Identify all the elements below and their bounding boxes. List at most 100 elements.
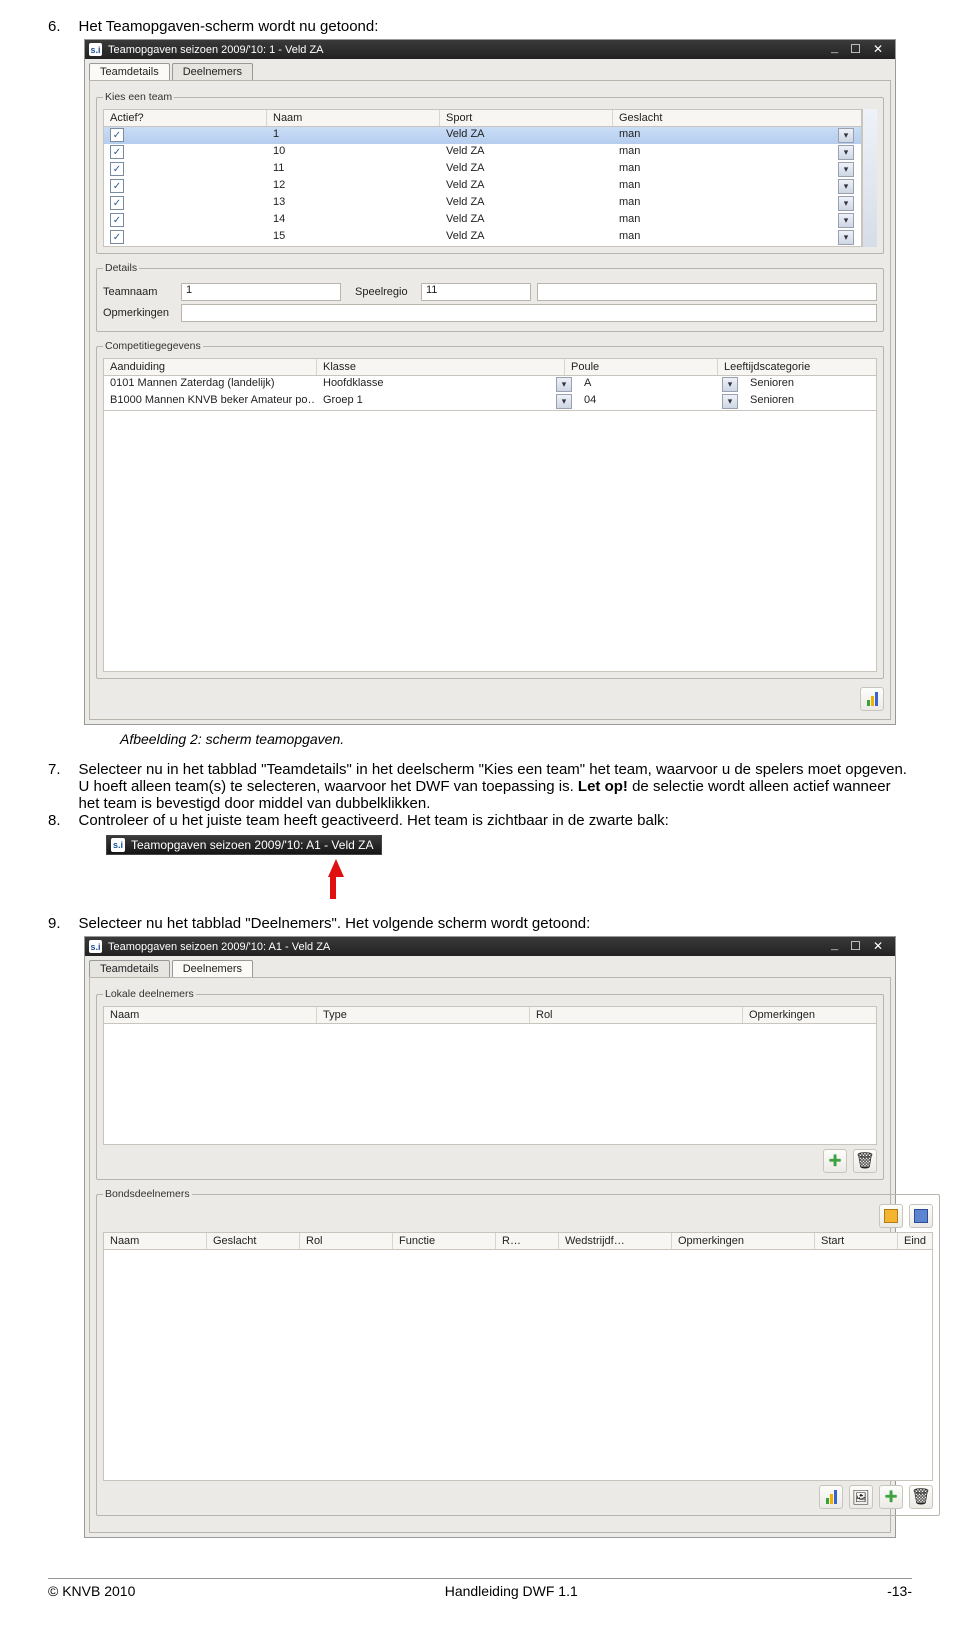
col-start[interactable]: Start	[815, 1233, 898, 1249]
col-naam[interactable]: Naam	[267, 110, 440, 126]
checkbox[interactable]: ✓	[110, 162, 124, 176]
team-row[interactable]: ✓13Veld ZAman▾	[104, 195, 861, 212]
chart-icon	[867, 692, 878, 706]
group-bondsdeelnemers: Bondsdeelnemers Naam Geslacht Rol Functi…	[96, 1188, 940, 1516]
col-rol[interactable]: Rol	[300, 1233, 393, 1249]
chart-icon	[826, 1490, 837, 1504]
disk-icon	[914, 1209, 928, 1223]
comp-grid-body[interactable]: 0101 Mannen Zaterdag (landelijk)Hoofdkla…	[103, 376, 877, 411]
col-rol[interactable]: Rol	[530, 1007, 743, 1023]
comp-grid-empty	[103, 411, 877, 672]
col-naam[interactable]: Naam	[104, 1233, 207, 1249]
step-number: 8.	[48, 812, 61, 829]
group-details: Details Teamnaam 1 Speelregio 11 Opmerki…	[96, 262, 884, 332]
checkbox[interactable]: ✓	[110, 145, 124, 159]
minimize-button[interactable]: _	[831, 42, 840, 57]
add-button[interactable]: +	[823, 1149, 847, 1173]
col-functie[interactable]: Functie	[393, 1233, 496, 1249]
chart-button[interactable]	[819, 1485, 843, 1509]
window-titlebar[interactable]: s.i Teamopgaven seizoen 2009/'10: A1 - V…	[85, 937, 895, 956]
dropdown-icon[interactable]: ▾	[722, 394, 738, 409]
input-teamnaam[interactable]: 1	[181, 283, 341, 301]
checkbox[interactable]: ✓	[110, 213, 124, 227]
col-naam[interactable]: Naam	[104, 1007, 317, 1023]
group-lokale-deelnemers: Lokale deelnemers Naam Type Rol Opmerkin…	[96, 988, 884, 1180]
tab-deelnemers[interactable]: Deelnemers	[172, 960, 253, 977]
col-geslacht[interactable]: Geslacht	[207, 1233, 300, 1249]
col-r[interactable]: R…	[496, 1233, 559, 1249]
tab-teamdetails[interactable]: Teamdetails	[89, 63, 170, 80]
col-klasse[interactable]: Klasse	[317, 359, 565, 375]
dropdown-icon[interactable]: ▾	[838, 230, 854, 245]
bonds-grid-header[interactable]: Naam Geslacht Rol Functie R… Wedstrijdf……	[103, 1232, 933, 1250]
col-geslacht[interactable]: Geslacht	[613, 110, 861, 126]
add-button[interactable]: +	[879, 1485, 903, 1509]
step-text: Het Teamopgaven-scherm wordt nu getoond:	[79, 18, 379, 35]
lokale-grid-body[interactable]	[103, 1024, 877, 1145]
delete-button[interactable]: 🗑	[909, 1485, 933, 1509]
comp-row[interactable]: 0101 Mannen Zaterdag (landelijk)Hoofdkla…	[104, 376, 876, 393]
checkbox[interactable]: ✓	[110, 196, 124, 210]
checkbox[interactable]: ✓	[110, 230, 124, 244]
step-text: Controleer of u het juiste team heeft ge…	[79, 812, 669, 829]
checkbox[interactable]: ✓	[110, 179, 124, 193]
input-extra[interactable]	[537, 283, 877, 301]
input-speelregio[interactable]: 11	[421, 283, 531, 301]
plus-icon: +	[885, 1484, 898, 1510]
dropdown-icon[interactable]: ▾	[838, 179, 854, 194]
minimize-button[interactable]: _	[831, 939, 840, 954]
dropdown-icon[interactable]: ▾	[838, 213, 854, 228]
team-row[interactable]: ✓14Veld ZAman▾	[104, 212, 861, 229]
dropdown-icon[interactable]: ▾	[838, 145, 854, 160]
checkbox[interactable]: ✓	[110, 128, 124, 142]
picture-button[interactable]: 🖼	[849, 1485, 873, 1509]
dropdown-icon[interactable]: ▾	[722, 377, 738, 392]
dropdown-icon[interactable]: ▾	[838, 128, 854, 143]
team-row[interactable]: ✓1Veld ZAman▾	[104, 127, 861, 144]
group-legend: Bondsdeelnemers	[103, 1188, 192, 1200]
dropdown-icon[interactable]: ▾	[838, 162, 854, 177]
col-actief[interactable]: Actief?	[104, 110, 267, 126]
save-button[interactable]	[879, 1204, 903, 1228]
app-icon: s.i	[89, 940, 102, 953]
team-grid-header[interactable]: Actief? Naam Sport Geslacht	[103, 109, 862, 127]
chart-button[interactable]	[860, 687, 884, 711]
col-wedstrijd[interactable]: Wedstrijdf…	[559, 1233, 672, 1249]
lokale-grid-header[interactable]: Naam Type Rol Opmerkingen	[103, 1006, 877, 1024]
col-opmerkingen[interactable]: Opmerkingen	[672, 1233, 815, 1249]
window-titlebar[interactable]: s.i Teamopgaven seizoen 2009/'10: 1 - Ve…	[85, 40, 895, 59]
maximize-button[interactable]: ☐	[850, 42, 863, 57]
delete-button[interactable]: 🗑	[853, 1149, 877, 1173]
tab-teamdetails[interactable]: Teamdetails	[89, 960, 170, 977]
dropdown-icon[interactable]: ▾	[838, 196, 854, 211]
col-aanduiding[interactable]: Aanduiding	[104, 359, 317, 375]
col-sport[interactable]: Sport	[440, 110, 613, 126]
col-type[interactable]: Type	[317, 1007, 530, 1023]
col-poule[interactable]: Poule	[565, 359, 718, 375]
team-row[interactable]: ✓15Veld ZAman▾	[104, 229, 861, 246]
maximize-button[interactable]: ☐	[850, 939, 863, 954]
tab-deelnemers[interactable]: Deelnemers	[172, 63, 253, 80]
window-title: Teamopgaven seizoen 2009/'10: 1 - Veld Z…	[108, 44, 831, 56]
col-eind[interactable]: Eind	[898, 1233, 932, 1249]
comp-grid-header[interactable]: Aanduiding Klasse Poule Leeftijdscategor…	[103, 358, 877, 376]
group-legend: Details	[103, 262, 139, 274]
input-opmerkingen[interactable]	[181, 304, 877, 322]
plus-icon: +	[829, 1148, 842, 1174]
team-grid-body[interactable]: ✓1Veld ZAman▾✓10Veld ZAman▾✓11Veld ZAman…	[103, 127, 862, 247]
export-button[interactable]	[909, 1204, 933, 1228]
close-button[interactable]: ✕	[873, 939, 885, 954]
dropdown-icon[interactable]: ▾	[556, 394, 572, 409]
col-leeftijd[interactable]: Leeftijdscategorie	[718, 359, 876, 375]
bonds-grid-body[interactable]	[103, 1250, 933, 1481]
team-row[interactable]: ✓11Veld ZAman▾	[104, 161, 861, 178]
team-row[interactable]: ✓10Veld ZAman▾	[104, 144, 861, 161]
group-kies-een-team: Kies een team Actief? Naam Sport Geslach…	[96, 91, 884, 254]
scrollbar[interactable]	[862, 109, 877, 247]
close-button[interactable]: ✕	[873, 42, 885, 57]
col-opmerkingen[interactable]: Opmerkingen	[743, 1007, 876, 1023]
comp-row[interactable]: B1000 Mannen KNVB beker Amateur po…Groep…	[104, 393, 876, 410]
team-row[interactable]: ✓12Veld ZAman▾	[104, 178, 861, 195]
dropdown-icon[interactable]: ▾	[556, 377, 572, 392]
step-number: 6.	[48, 18, 61, 35]
